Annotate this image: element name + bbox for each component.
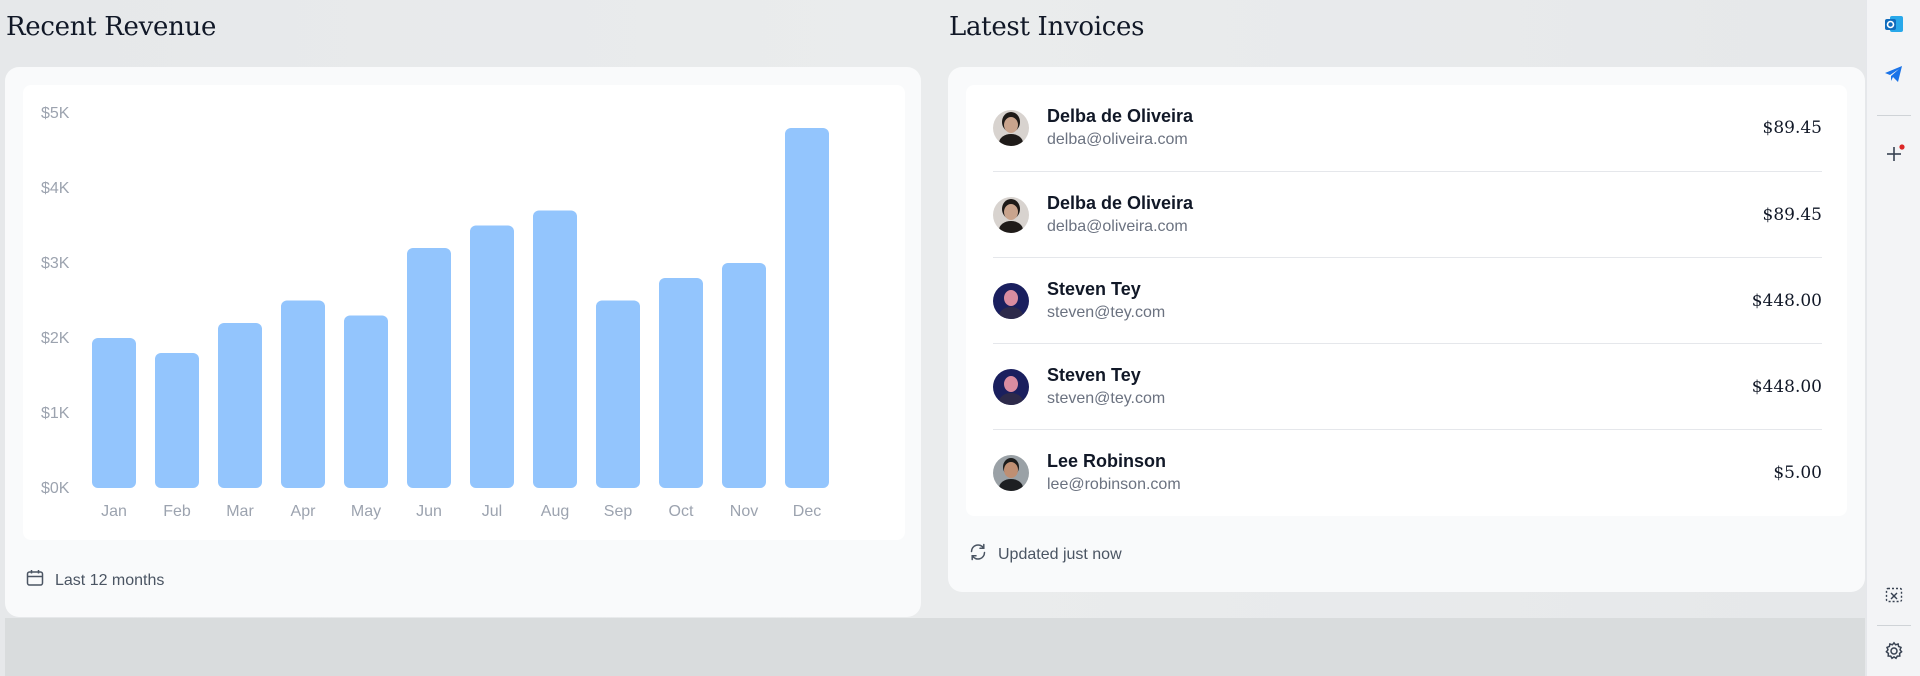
x-tick-label: Dec bbox=[793, 503, 821, 520]
y-tick-label: $5K bbox=[41, 105, 70, 122]
x-tick-label: Nov bbox=[730, 503, 758, 520]
revenue-title: Recent Revenue bbox=[6, 12, 217, 42]
invoices-footer-label: Updated just now bbox=[998, 545, 1122, 563]
invoice-row[interactable]: Delba de Oliveira delba@oliveira.com $89… bbox=[993, 171, 1822, 257]
revenue-chart: $0K $1K $2K $3K $4K $5K Jan Feb Mar Apr May Jun Jul A… bbox=[41, 105, 829, 520]
invoice-amount: $89.45 bbox=[1762, 204, 1822, 225]
avatar bbox=[993, 368, 1029, 405]
invoice-name: Steven Tey bbox=[1047, 278, 1141, 299]
bar-dec bbox=[785, 128, 829, 488]
invoice-email: steven@tey.com bbox=[1047, 389, 1166, 407]
avatar bbox=[993, 196, 1029, 233]
revenue-footer: Last 12 months bbox=[25, 568, 164, 593]
bar-sep bbox=[596, 300, 640, 488]
bar-oct bbox=[659, 278, 703, 488]
bar-may bbox=[344, 315, 388, 488]
y-tick-label: $0K bbox=[41, 480, 70, 497]
y-tick-label: $1K bbox=[41, 405, 70, 422]
x-tick-label: May bbox=[351, 503, 381, 520]
bar-jun bbox=[407, 248, 451, 488]
sidebar-divider bbox=[1877, 115, 1911, 116]
invoice-email: delba@oliveira.com bbox=[1047, 217, 1188, 235]
bar-jul bbox=[470, 225, 514, 488]
invoice-name: Steven Tey bbox=[1047, 364, 1141, 385]
screenshot-icon[interactable] bbox=[1867, 575, 1920, 615]
invoice-row[interactable]: Steven Tey steven@tey.com $448.00 bbox=[993, 343, 1822, 429]
revenue-card: $0K $1K $2K $3K $4K $5K Jan Feb Mar Apr May Jun Jul A… bbox=[5, 67, 921, 617]
invoice-row[interactable]: Steven Tey steven@tey.com $448.00 bbox=[993, 257, 1822, 343]
gear-icon[interactable] bbox=[1867, 631, 1920, 671]
refresh-icon[interactable] bbox=[968, 542, 988, 567]
x-tick-label: Apr bbox=[291, 503, 317, 520]
invoice-amount: $89.45 bbox=[1762, 118, 1822, 138]
sidebar-divider bbox=[1877, 625, 1911, 626]
x-tick-label: Jan bbox=[101, 503, 127, 520]
x-tick-label: Oct bbox=[669, 503, 694, 520]
y-tick-label: $4K bbox=[41, 180, 70, 197]
y-tick-label: $2K bbox=[41, 330, 70, 347]
bar-mar bbox=[218, 323, 262, 488]
invoice-name: Lee Robinson bbox=[1047, 450, 1167, 471]
x-tick-label: Aug bbox=[541, 503, 569, 520]
avatar bbox=[993, 454, 1029, 491]
invoice-email: delba@oliveira.com bbox=[1047, 131, 1188, 148]
x-tick-label: Sep bbox=[604, 503, 633, 520]
avatar bbox=[993, 282, 1029, 319]
avatar bbox=[993, 110, 1029, 146]
invoice-email: lee@robinson.com bbox=[1047, 475, 1181, 493]
x-tick-label: Feb bbox=[163, 503, 191, 520]
calendar-icon bbox=[25, 568, 45, 593]
invoice-row[interactable]: Lee Robinson lee@robinson.com $5.00 bbox=[993, 429, 1822, 515]
bottom-area bbox=[5, 618, 1865, 676]
bar-aug bbox=[533, 210, 577, 488]
x-tick-label: Jul bbox=[482, 503, 502, 520]
invoices-card: Delba de Oliveira delba@oliveira.com $89… bbox=[948, 67, 1865, 592]
invoices-list: Delba de Oliveira delba@oliveira.com $89… bbox=[966, 85, 1847, 516]
invoice-email: steven@tey.com bbox=[1047, 303, 1166, 321]
invoice-name: Delba de Oliveira bbox=[1047, 192, 1194, 213]
add-icon[interactable] bbox=[1867, 134, 1920, 174]
outlook-icon[interactable] bbox=[1867, 4, 1920, 44]
bar-nov bbox=[722, 263, 766, 488]
invoice-name: Delba de Oliveira bbox=[1047, 106, 1194, 126]
x-tick-label: Mar bbox=[226, 503, 254, 520]
bar-apr bbox=[281, 300, 325, 488]
invoice-amount: $5.00 bbox=[1773, 462, 1822, 483]
revenue-footer-label: Last 12 months bbox=[55, 571, 165, 589]
revenue-chart-panel: $0K $1K $2K $3K $4K $5K Jan Feb Mar Apr May Jun Jul A… bbox=[23, 85, 905, 540]
bar-jan bbox=[92, 338, 136, 488]
telegram-icon[interactable] bbox=[1867, 54, 1920, 94]
invoices-title: Latest Invoices bbox=[949, 12, 1145, 42]
browser-sidebar bbox=[1866, 0, 1920, 676]
bar-feb bbox=[155, 353, 199, 488]
dashboard-main: Recent Revenue Latest Invoices $0K $1K $2K… bbox=[0, 0, 1866, 676]
invoice-amount: $448.00 bbox=[1751, 376, 1822, 397]
invoice-row[interactable]: Delba de Oliveira delba@oliveira.com $89… bbox=[993, 85, 1822, 171]
invoice-amount: $448.00 bbox=[1751, 290, 1822, 311]
y-tick-label: $3K bbox=[41, 255, 70, 272]
x-tick-label: Jun bbox=[416, 503, 442, 520]
invoices-footer: Updated just now bbox=[968, 542, 1122, 567]
